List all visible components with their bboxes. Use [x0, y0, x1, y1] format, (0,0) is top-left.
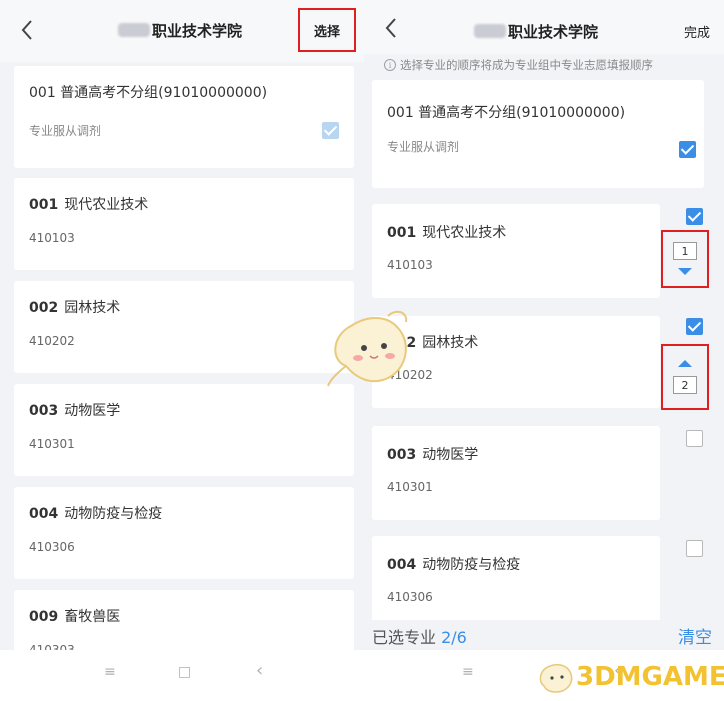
info-icon: i: [384, 59, 396, 71]
major-name: 004 动物防疫与检疫: [29, 506, 163, 522]
move-down-icon[interactable]: [678, 268, 692, 275]
major-name: 002园林技术: [29, 300, 121, 316]
home-icon[interactable]: □: [178, 664, 191, 680]
group-hint: 专业服从调剂: [29, 124, 102, 138]
major-name: 001 现代农业技术: [29, 197, 149, 213]
major-checkbox[interactable]: [686, 430, 703, 447]
info-notice: i 选择专业的顺序将成为专业组中专业志愿填报顺序: [384, 57, 653, 73]
major-checkbox[interactable]: [686, 318, 703, 335]
system-nav-bar: ≡ □ ‹: [0, 650, 364, 701]
major-card[interactable]: 003 动物医学 410301: [372, 426, 660, 520]
left-screen: 职业技术学院 选择 001 普通高考不分组(91010000000) 专业服从调…: [0, 0, 364, 701]
adjust-checkbox[interactable]: [322, 122, 339, 139]
major-card[interactable]: 004 动物防疫与检疫 410306: [14, 487, 354, 579]
group-card[interactable]: 001 普通高考不分组(91010000000) 专业服从调剂: [372, 80, 704, 188]
adjust-checkbox[interactable]: [679, 141, 696, 158]
group-name: 001 普通高考不分组(91010000000): [387, 105, 626, 121]
page-title: 职业技术学院: [474, 21, 598, 42]
move-up-icon[interactable]: [678, 360, 692, 367]
top-bar: 职业技术学院 完成: [364, 0, 724, 54]
selection-bar: 已选专业 2/6 清空: [364, 620, 724, 650]
blurred-name: [474, 24, 506, 38]
order-control-highlight: 2: [661, 344, 709, 410]
blurred-name: [118, 23, 150, 37]
major-checkbox[interactable]: [686, 208, 703, 225]
watermark-text: 3DMGAME: [576, 662, 724, 692]
right-screen: 职业技术学院 完成 i 选择专业的顺序将成为专业组中专业志愿填报顺序 001 普…: [364, 0, 724, 701]
major-code: 410202: [29, 334, 75, 348]
info-text: 选择专业的顺序将成为专业组中专业志愿填报顺序: [400, 58, 653, 72]
done-button[interactable]: 完成: [684, 22, 710, 41]
major-checkbox[interactable]: [686, 540, 703, 557]
major-card[interactable]: 003 动物医学 410301: [14, 384, 354, 476]
major-card[interactable]: 001 现代农业技术 410103: [372, 204, 660, 298]
major-code: 410103: [29, 231, 75, 245]
back-arrow-icon[interactable]: [14, 16, 42, 44]
clear-button[interactable]: 清空: [678, 623, 712, 648]
major-code: 410306: [387, 590, 433, 604]
mascot-logo-icon: [539, 663, 573, 693]
major-name: 003 动物医学: [29, 403, 121, 419]
menu-icon[interactable]: ≡: [104, 664, 116, 680]
select-button[interactable]: 选择: [298, 8, 356, 52]
top-bar: 职业技术学院 选择: [0, 0, 364, 62]
major-card[interactable]: 004 动物防疫与检疫 410306: [372, 536, 660, 630]
major-card[interactable]: 002园林技术 410202: [14, 281, 354, 373]
back-icon[interactable]: ‹: [256, 660, 263, 681]
major-code: 410306: [29, 540, 75, 554]
major-name: 009 畜牧兽医: [29, 609, 121, 625]
selected-count: 已选专业 2/6: [372, 628, 467, 647]
group-name: 001 普通高考不分组(91010000000): [29, 85, 268, 101]
major-code: 410301: [29, 437, 75, 451]
back-arrow-icon[interactable]: [378, 14, 406, 42]
mascot-watermark-icon: [327, 310, 408, 387]
order-number: 2: [673, 376, 697, 394]
major-name: 001 现代农业技术: [387, 225, 507, 241]
major-name: 003 动物医学: [387, 447, 479, 463]
page-title: 职业技术学院: [118, 20, 242, 41]
group-card[interactable]: 001 普通高考不分组(91010000000) 专业服从调剂: [14, 66, 354, 168]
menu-icon[interactable]: ≡: [462, 664, 474, 680]
group-hint: 专业服从调剂: [387, 140, 460, 154]
major-card[interactable]: 001 现代农业技术 410103: [14, 178, 354, 270]
order-control-highlight: 1: [661, 230, 709, 288]
order-number: 1: [673, 242, 697, 260]
site-watermark: 3DMGAME: [536, 660, 724, 694]
major-code: 410103: [387, 258, 433, 272]
major-code: 410301: [387, 480, 433, 494]
major-name: 004 动物防疫与检疫: [387, 557, 521, 573]
